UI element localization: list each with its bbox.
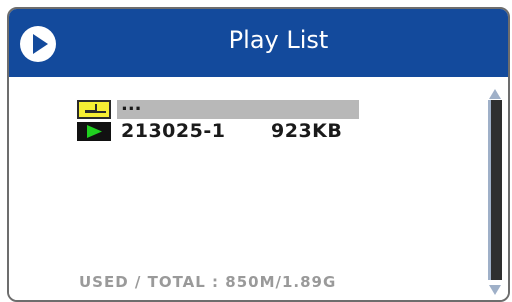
page-title: Play List [228, 26, 329, 54]
folder-label: ... [121, 93, 142, 115]
playlist-content: ... 213025-1 923KB USED / TOTAL : 850M/1… [9, 77, 508, 300]
file-name: 213025-1 [121, 120, 226, 142]
playlist-window: Play List ... 213025-1 923KB USED / TOTA… [7, 7, 510, 302]
file-size: 923KB [271, 120, 343, 142]
play-circle-icon[interactable] [20, 26, 56, 62]
folder-icon [77, 99, 111, 119]
scrollbar[interactable] [488, 87, 502, 300]
video-file-icon [77, 121, 111, 141]
list-item-file[interactable]: 213025-1 923KB [77, 120, 342, 142]
scroll-thumb[interactable] [488, 100, 502, 280]
storage-usage-text: USED / TOTAL : 850M/1.89G [79, 273, 337, 291]
list-item-parent-folder[interactable]: ... [77, 94, 359, 120]
scroll-down-arrow-icon[interactable] [488, 283, 502, 295]
scroll-up-arrow-icon[interactable] [488, 87, 502, 99]
title-bar: Play List [9, 9, 508, 77]
selection-highlight: ... [117, 94, 359, 119]
